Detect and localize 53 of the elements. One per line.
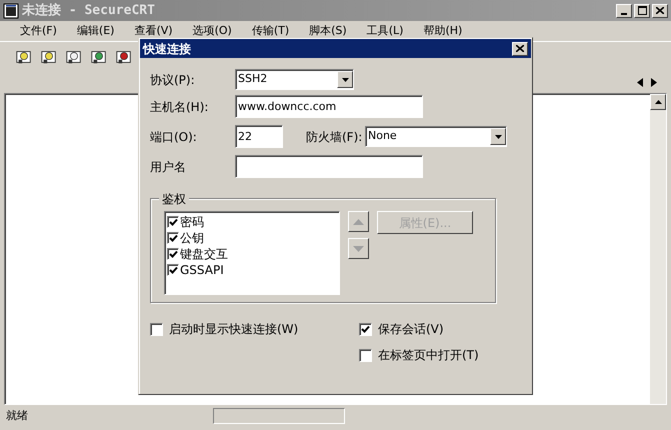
minimize-button[interactable] — [616, 4, 632, 18]
close-button[interactable] — [652, 4, 668, 18]
menu-item[interactable]: 查看(V) — [128, 22, 179, 40]
menu-item[interactable]: 脚本(S) — [303, 22, 353, 40]
field-label: 用户名 — [150, 158, 187, 176]
menu-item[interactable]: 文件(F) — [14, 22, 63, 40]
dropdown[interactable]: None — [365, 126, 507, 147]
checkbox-label: 启动时显示快速连接(W) — [169, 321, 298, 338]
checkbox[interactable] — [167, 264, 179, 276]
terminal-icon — [3, 2, 19, 18]
scroll-up-button[interactable] — [650, 94, 666, 110]
menu-item[interactable]: 编辑(E) — [70, 22, 120, 40]
field-label: 端口(O): — [150, 128, 198, 146]
move-down-button[interactable] — [348, 238, 369, 259]
input-field[interactable] — [235, 155, 423, 178]
close-icon — [516, 45, 524, 52]
maximize-icon — [638, 6, 646, 15]
checkbox[interactable] — [150, 322, 163, 336]
maximize-button[interactable] — [634, 4, 650, 18]
field-label: 防火墙(F): — [306, 128, 364, 146]
field-label: 主机名(H): — [150, 98, 210, 116]
group-title: 鉴权 — [159, 190, 189, 208]
input-field[interactable]: 22 — [235, 125, 283, 148]
checkbox[interactable] — [167, 232, 179, 244]
list-item[interactable]: 密码 — [167, 214, 339, 230]
status-text: 就绪 — [6, 408, 28, 424]
list-item[interactable]: 键盘交互 — [167, 246, 339, 262]
field-label: 协议(P): — [150, 72, 196, 88]
menu-item[interactable]: 选项(O) — [186, 22, 238, 40]
menu-item[interactable]: 帮助(H) — [417, 22, 468, 40]
window-title: 未连接 - SecureCRT — [22, 2, 155, 20]
scroll-right-icon[interactable] — [651, 78, 657, 86]
move-up-button[interactable] — [348, 211, 369, 232]
menu-item[interactable]: 传输(T) — [246, 22, 296, 40]
dialog-title: 快速连接 — [143, 40, 191, 58]
checkbox[interactable] — [359, 322, 372, 336]
down-arrow-icon — [353, 246, 364, 252]
close-button[interactable] — [512, 42, 528, 56]
input-field[interactable]: www.downcc.com — [235, 95, 423, 118]
checkbox-label: 在标签页中打开(T) — [378, 347, 479, 364]
dropdown[interactable]: SSH2 — [235, 69, 354, 90]
scroll-left-icon[interactable] — [637, 78, 643, 86]
list-item[interactable]: GSSAPI — [167, 262, 339, 278]
minimize-icon — [621, 12, 627, 14]
checkbox[interactable] — [167, 216, 179, 228]
close-icon — [656, 7, 664, 14]
up-arrow-icon — [654, 100, 662, 104]
menu-item[interactable]: 工具(L) — [360, 22, 410, 40]
checkbox-label: 保存会话(V) — [378, 321, 444, 338]
checkbox[interactable] — [359, 348, 372, 362]
list-item[interactable]: 公钥 — [167, 230, 339, 246]
checkbox[interactable] — [167, 248, 179, 260]
up-arrow-icon — [353, 218, 364, 224]
